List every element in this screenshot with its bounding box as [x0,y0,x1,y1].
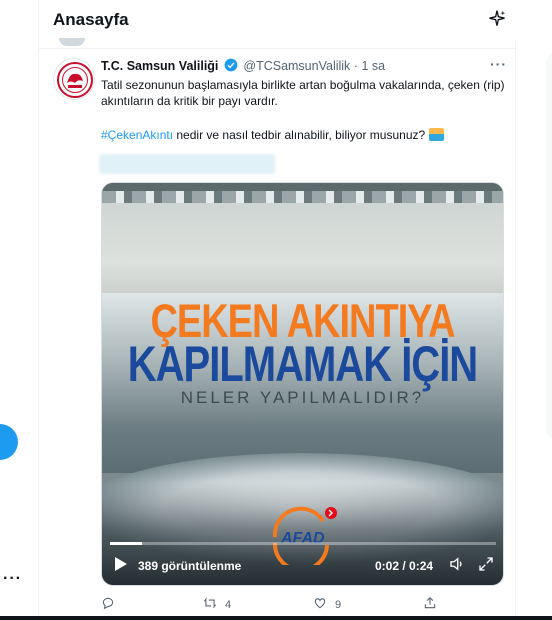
right-sidebar [517,0,552,620]
tweet-text-continuation: nedir ve nasıl tedbir alınabilir, biliyo… [173,128,426,142]
more-icon[interactable]: ··· [3,570,22,588]
tweet-text: Tatil sezonunun başlamasıyla birlikte ar… [101,78,505,108]
tweet-time[interactable]: 1 sa [361,59,385,73]
retweet-button[interactable]: 4 [203,596,231,614]
divider [39,48,517,49]
page-title: Anasayfa [53,10,129,29]
fullscreen-icon[interactable] [477,555,495,573]
view-count: 389 görüntülenme [138,559,242,573]
retweet-count: 4 [225,599,232,611]
tweet-text-second-paragraph: #ÇekenAkıntı nedir ve nasıl tedbir alına… [101,127,505,143]
timeline: Anasayfa T.C. Samsun Valiliği @TCSamsunV… [38,0,517,620]
reply-icon [102,597,114,610]
video-time: 0:02 / 0:24 [375,559,434,573]
video-overlay-subtitle: NELER YAPILMALIDIR? [180,388,425,407]
avatar[interactable] [53,58,95,100]
tweet-actions: 4 9 [101,596,481,614]
left-sidebar: ··· [0,0,38,620]
video-overlay-title-2: KAPILMAMAK İÇİN [127,337,478,393]
verified-badge-icon [224,58,238,72]
tweet-header: T.C. Samsun Valiliği @TCSamsunValilik · … [101,56,507,76]
share-button[interactable] [423,596,437,614]
retweet-icon [203,598,217,608]
heart-icon [314,598,326,609]
reply-button[interactable] [101,596,123,614]
volume-icon[interactable] [448,555,466,573]
video-player[interactable]: ÇEKEN AKINTIYA KAPILMAMAK İÇİN NELER YAP… [101,182,504,586]
like-button[interactable]: 9 [313,596,341,614]
hashtag-link[interactable]: #ÇekenAkıntı [101,128,173,142]
right-sidebar-card [546,50,552,442]
compose-tweet-button[interactable] [0,424,18,460]
timeline-header: Anasayfa [39,0,517,40]
author-name[interactable]: T.C. Samsun Valiliği [101,59,218,73]
play-icon[interactable] [114,556,128,572]
author-handle[interactable]: @TCSamsunValilik [243,59,350,73]
share-icon [424,597,436,609]
separator-dot: · [353,59,358,73]
previous-tweet-avatar[interactable] [59,38,85,46]
bottom-edge [0,616,552,620]
sparkle-icon[interactable] [487,9,507,29]
video-progress-bar[interactable] [110,542,496,545]
tweet-more-icon[interactable]: ··· [490,56,507,72]
afad-logo-text: AFAD [281,530,325,547]
video-scene-beach [102,203,503,303]
video-progress-fill [110,542,143,545]
video-controls: 389 görüntülenme 0:02 / 0:24 [102,555,503,579]
redacted-text-bar [99,154,275,174]
like-count: 9 [335,599,342,611]
swimmer-emoji-icon [428,128,444,141]
